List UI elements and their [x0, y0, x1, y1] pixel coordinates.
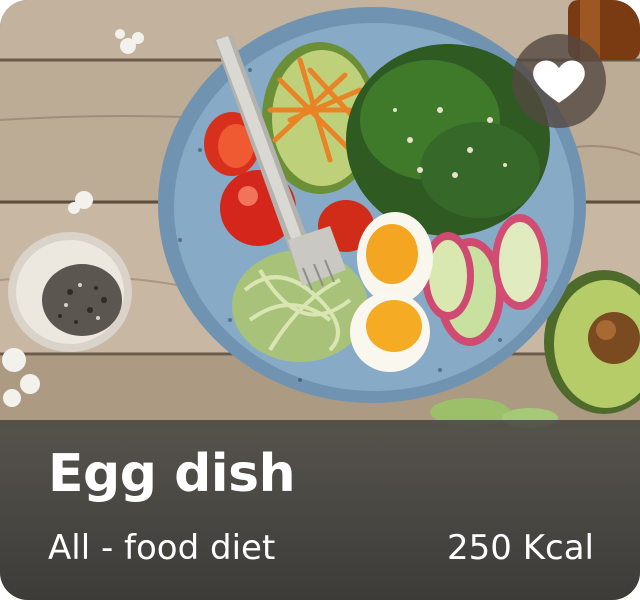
dish-title: Egg dish — [48, 444, 296, 504]
diet-label: All - food diet — [48, 528, 276, 568]
card-info-panel: Egg dish All - food diet 250 Kcal — [0, 420, 640, 600]
food-card[interactable]: Egg dish All - food diet 250 Kcal — [0, 0, 640, 600]
favorite-button[interactable] — [512, 34, 606, 128]
calories-label: 250 Kcal — [447, 528, 594, 568]
heart-icon — [533, 60, 585, 103]
